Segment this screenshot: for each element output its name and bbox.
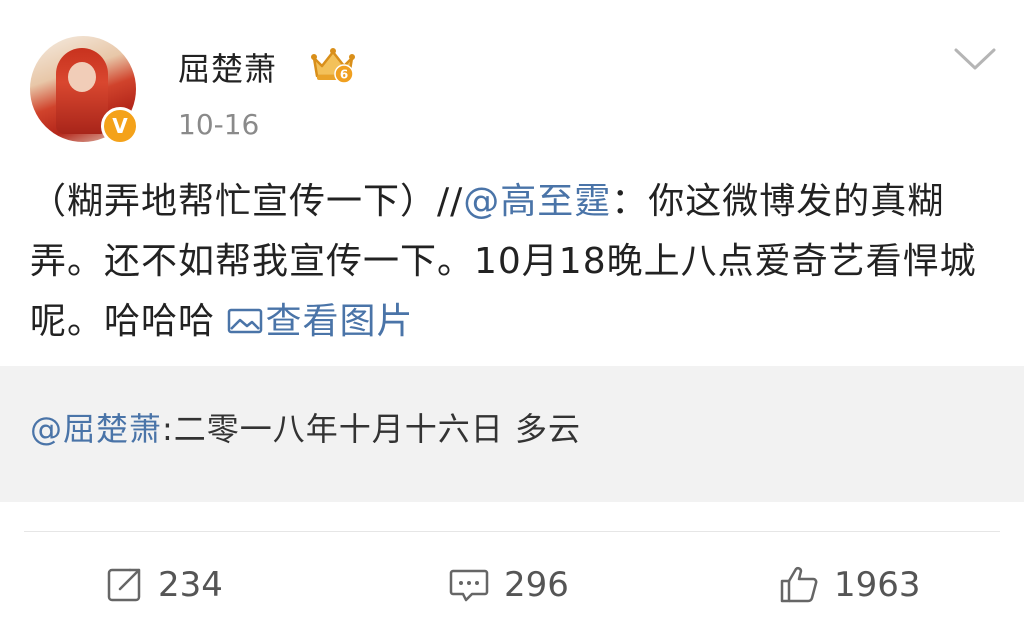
author-name[interactable]: 屈楚萧 [178,44,277,90]
like-icon [780,567,818,603]
view-picture-link[interactable]: 查看图片 [227,301,413,342]
like-button[interactable]: 1963 [778,560,921,610]
comment-icon [449,569,489,602]
repost-button[interactable]: 234 [104,560,223,610]
verified-icon: V [101,107,139,145]
level-badge: 6 [340,68,348,82]
mention-link[interactable]: @高至霆 [463,181,611,222]
divider [24,531,1000,532]
like-count: 1963 [834,565,921,605]
weibo-post: V 屈楚萧 6 10-16 （糊弄地帮忙宣传一下）//@高至霆：你这微博发的真糊… [0,0,1024,366]
view-picture-label: 查看图片 [265,301,414,342]
crown-icon[interactable]: 6 [310,44,356,84]
quoted-body: :二零一八年十月十六日 多云 [162,410,581,448]
post-content: （糊弄地帮忙宣传一下）//@高至霆：你这微博发的真糊弄。还不如帮我宣传一下。10… [30,172,1000,352]
chevron-down-icon[interactable] [952,44,998,74]
repost-icon [107,568,141,602]
quoted-post[interactable]: @屈楚萧:二零一八年十月十六日 多云 [0,366,1024,502]
comment-count: 296 [504,565,569,605]
quoted-text: @屈楚萧:二零一八年十月十六日 多云 [30,404,581,450]
comment-button[interactable]: 296 [448,560,569,610]
content-prefix: （糊弄地帮忙宣传一下）// [30,181,464,222]
repost-count: 234 [158,565,223,605]
picture-icon [228,308,263,334]
quoted-mention[interactable]: @屈楚萧 [30,410,162,448]
post-time: 10-16 [178,108,260,141]
avatar-face [68,62,96,92]
